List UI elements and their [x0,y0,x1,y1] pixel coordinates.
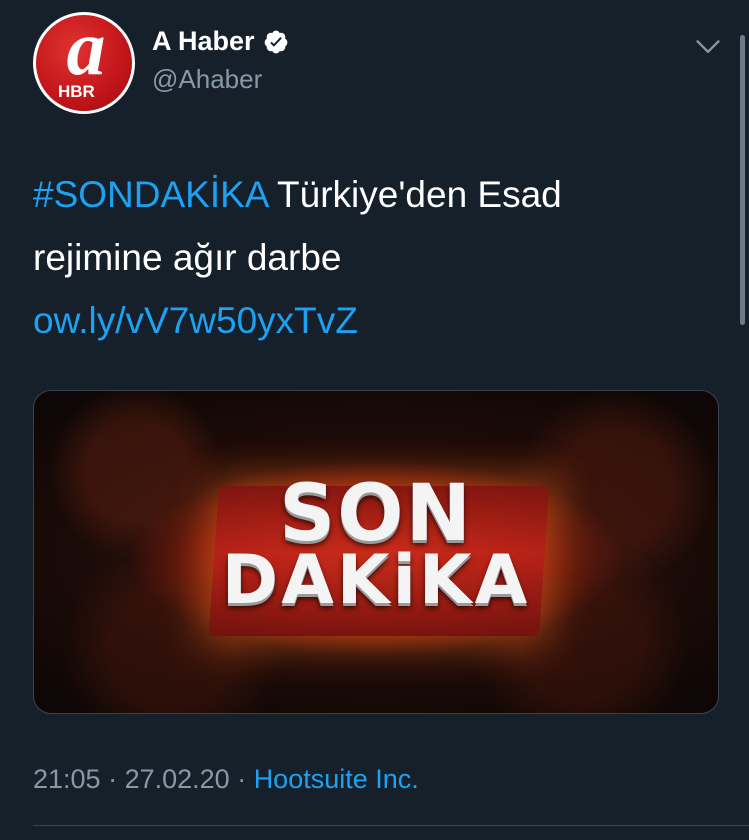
tweet-media-image[interactable]: SON DAKiKA [33,390,719,714]
media-title-line2: DAKiKA [221,541,531,620]
author-name-row[interactable]: A Haber [152,26,289,57]
avatar-logo: a HBR [36,12,132,111]
chevron-down-icon[interactable] [694,32,722,60]
avatar-logo-letter: a [66,12,106,91]
avatar[interactable]: a HBR [33,12,135,114]
meta-separator: · [229,764,254,794]
divider [33,825,749,826]
hashtag-link[interactable]: #SONDAKİKA [33,174,267,215]
meta-separator: · [100,764,125,794]
tweet-text: #SONDAKİKA Türkiye'den Esad rejimine ağı… [33,163,673,352]
handle[interactable]: @Ahaber [152,64,262,95]
display-name[interactable]: A Haber [152,26,255,57]
tweet-url-link[interactable]: ow.ly/vV7w50yxTvZ [33,300,358,341]
tweet-date[interactable]: 27.02.20 [125,764,230,794]
scrollbar[interactable] [740,35,745,325]
avatar-logo-text: HBR [58,82,95,101]
tweet-source-link[interactable]: Hootsuite Inc. [254,764,419,794]
verified-badge-icon [264,30,287,53]
tweet-time[interactable]: 21:05 [33,764,101,794]
tweet-meta: 21:05 · 27.02.20 · Hootsuite Inc. [33,764,419,795]
